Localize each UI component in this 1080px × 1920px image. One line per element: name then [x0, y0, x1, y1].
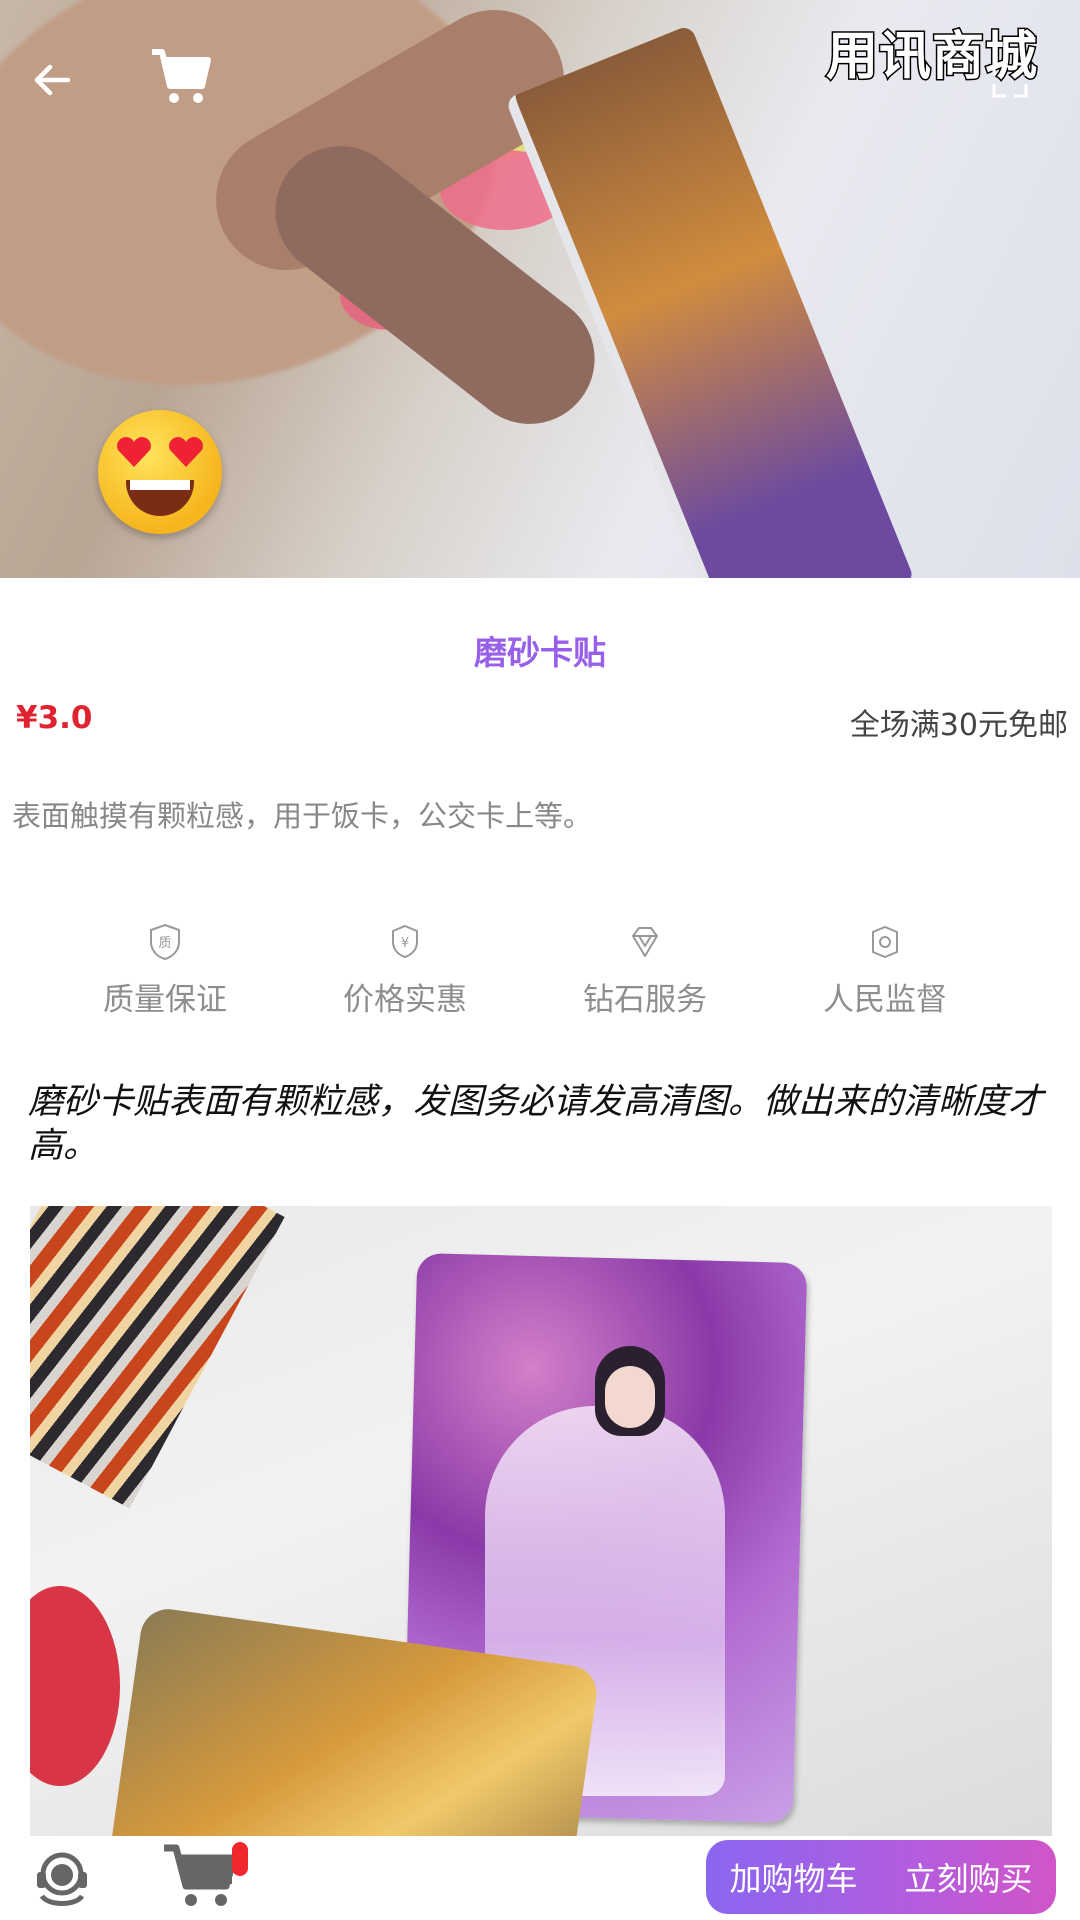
- product-media[interactable]: 用讯商城: [0, 0, 1080, 578]
- media-card-sticker: [504, 24, 916, 578]
- fullscreen-button[interactable]: [975, 45, 1045, 115]
- feature-diamond: 钻石服务: [560, 922, 730, 1019]
- shipping-note: 全场满30元免邮: [849, 708, 1068, 743]
- shopping-cart-icon: [152, 49, 211, 103]
- feature-supervision: 人民监督: [800, 922, 970, 1019]
- product-price: ¥3.0: [16, 700, 93, 736]
- cart-badge: [232, 1842, 248, 1876]
- photo-card-stack: [30, 1206, 285, 1509]
- customer-service-button[interactable]: [28, 1844, 96, 1912]
- detail-image[interactable]: [30, 1206, 1052, 1836]
- feature-label: 钻石服务: [583, 982, 707, 1018]
- bottom-action-bar: 加购物车 立刻购买: [0, 1836, 1080, 1920]
- feature-label: 价格实惠: [343, 982, 467, 1018]
- diamond-icon: [632, 927, 658, 957]
- purchase-actions: 加购物车 立刻购买: [706, 1840, 1056, 1914]
- supervision-icon: [872, 925, 898, 959]
- product-title: 磨砂卡贴: [474, 633, 606, 672]
- feature-price: ¥ 价格实惠: [320, 922, 490, 1019]
- feature-quality: 质 质量保证: [80, 922, 250, 1019]
- photo-figure-face: [605, 1366, 655, 1428]
- svg-text:质: 质: [158, 936, 171, 951]
- back-button[interactable]: [12, 40, 92, 120]
- customer-service-icon: [37, 1852, 87, 1906]
- arrow-left-icon: [34, 64, 71, 96]
- svg-text:¥: ¥: [401, 936, 409, 951]
- photo-rose: [30, 1586, 120, 1786]
- cart-button[interactable]: [140, 36, 220, 116]
- buy-now-button[interactable]: 立刻购买: [881, 1840, 1056, 1914]
- detail-description: 磨砂卡贴表面有颗粒感，发图务必请发高清图。做出来的清晰度才高。: [28, 1082, 1044, 1166]
- feature-label: 质量保证: [103, 982, 227, 1018]
- feature-label: 人民监督: [823, 982, 947, 1018]
- service-guarantees: 质 质量保证 ¥ 价格实惠 钻石服务 人民监督: [80, 922, 980, 1022]
- product-description: 表面触摸有颗粒感，用于饭卡，公交卡上等。: [12, 799, 593, 833]
- add-to-cart-button[interactable]: 加购物车: [706, 1840, 881, 1914]
- heart-eyes-emoji-icon: [98, 410, 222, 534]
- expand-icon: [992, 62, 1028, 98]
- quality-shield-icon: 质: [150, 923, 180, 961]
- shopping-cart-icon: [164, 1844, 238, 1906]
- yuan-shield-icon: ¥: [392, 924, 418, 959]
